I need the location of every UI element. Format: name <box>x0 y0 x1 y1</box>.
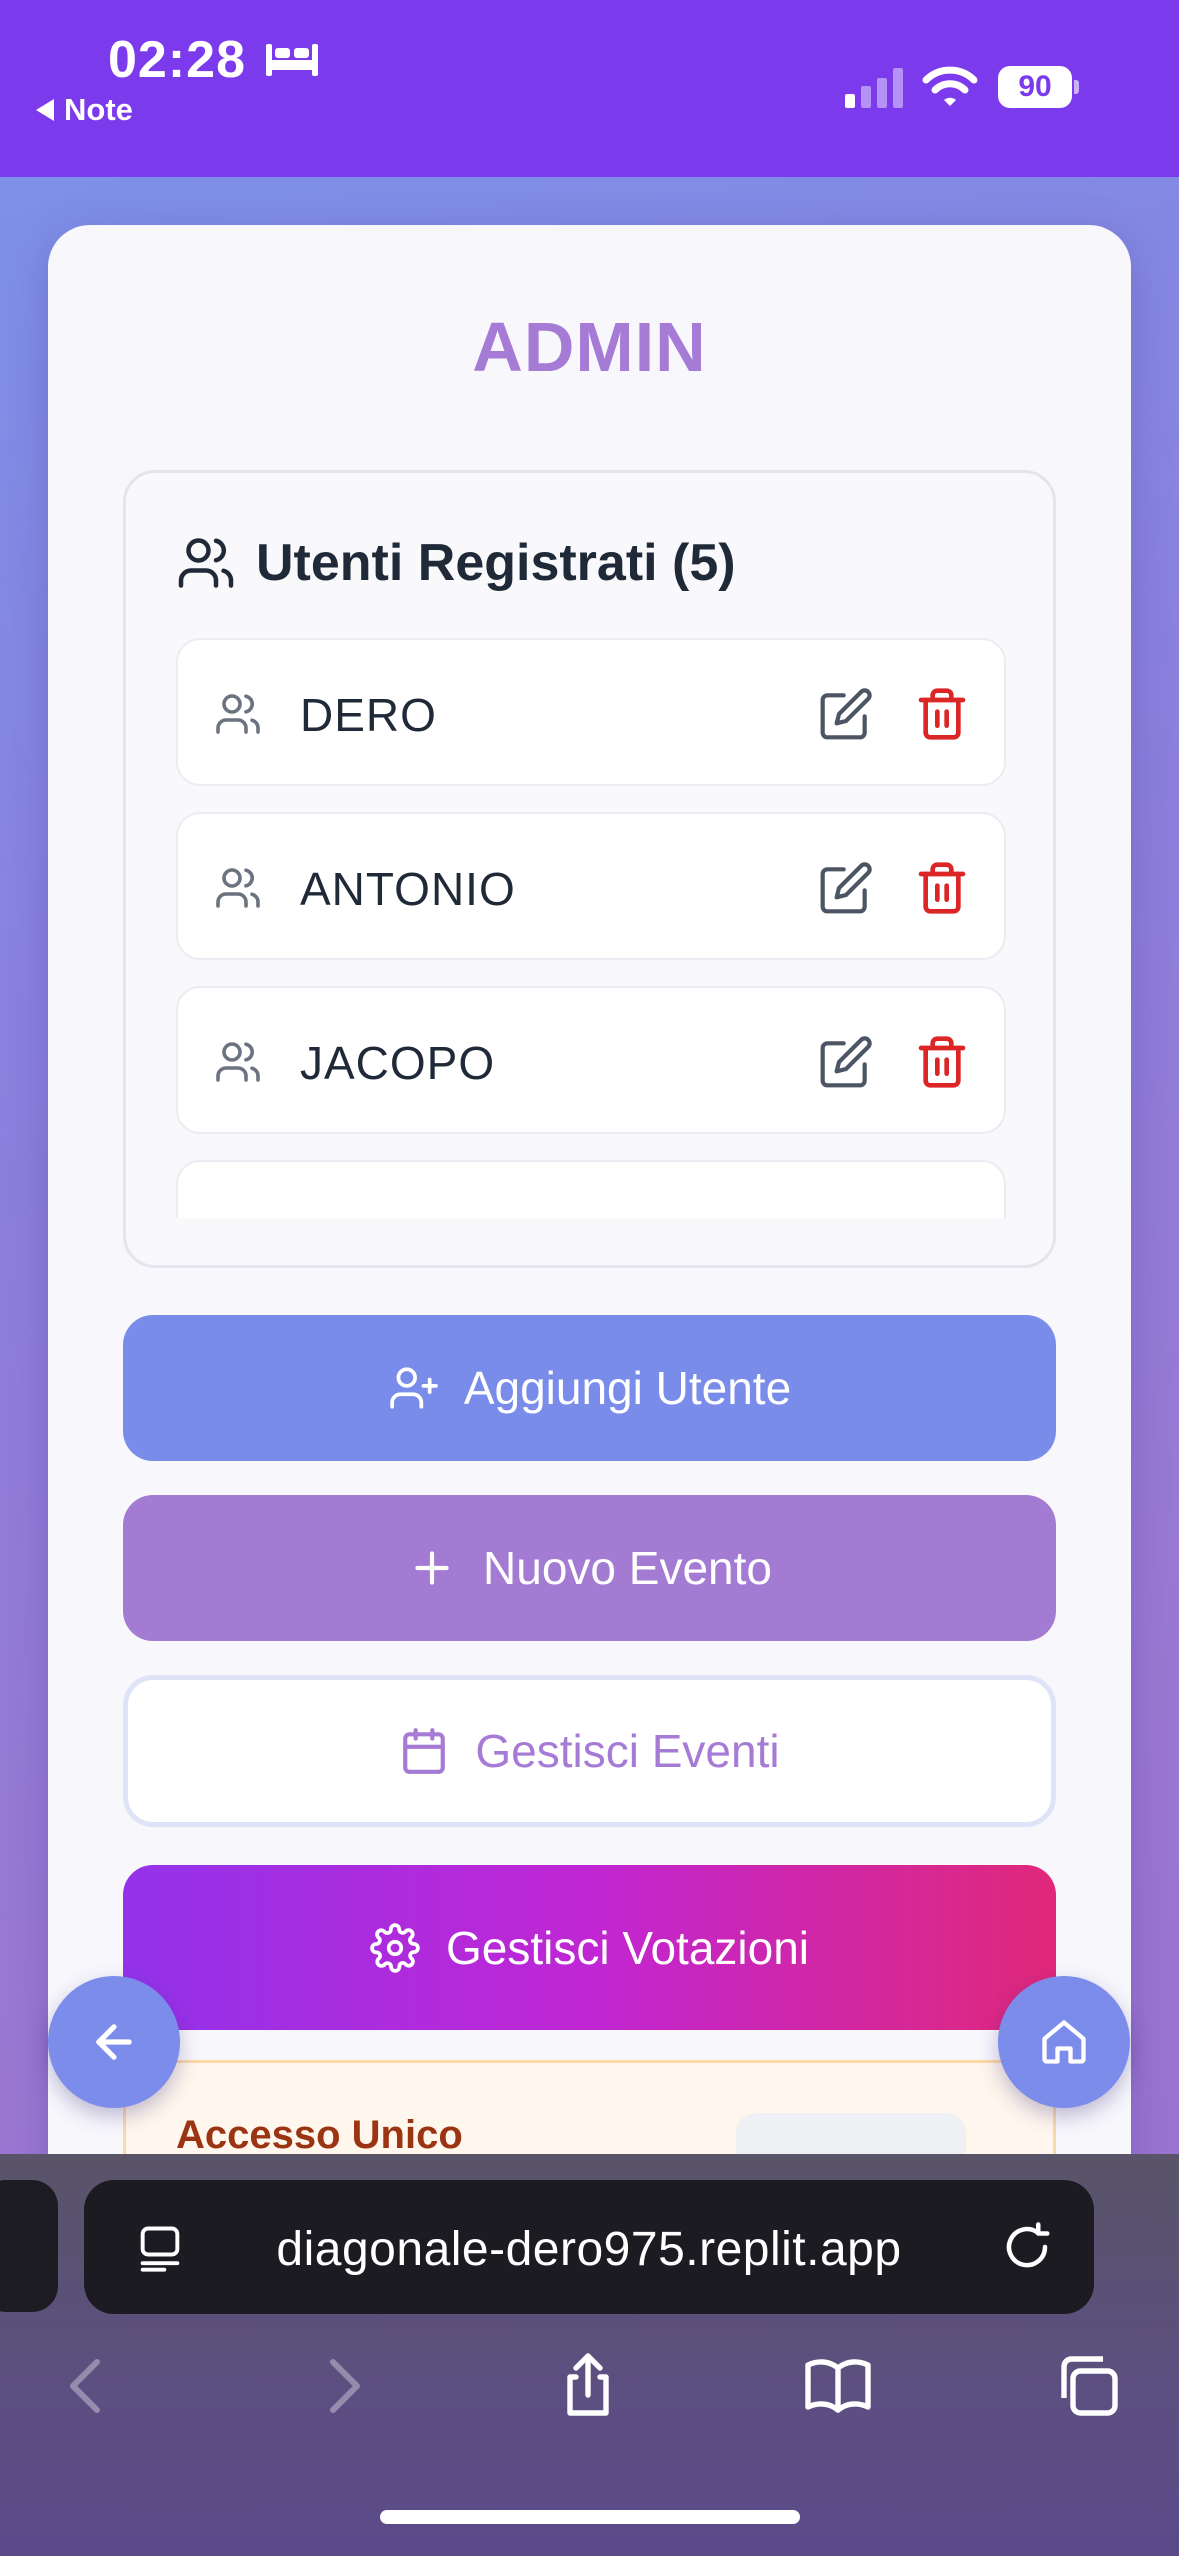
home-icon <box>1042 2020 1086 2064</box>
users-icon <box>178 538 234 588</box>
arrow-left-icon <box>96 2024 132 2060</box>
user-icon <box>216 1042 260 1082</box>
browser-forward-icon[interactable] <box>306 2350 378 2422</box>
battery-cap <box>1074 80 1079 94</box>
back-button[interactable] <box>48 1976 180 2108</box>
status-bar: 02:28 Note 90 <box>0 0 1179 177</box>
sleep-focus-icon <box>266 44 318 76</box>
user-row-partial <box>176 1160 1006 1218</box>
user-icon <box>216 694 260 734</box>
new-event-button[interactable]: Nuovo Evento <box>123 1495 1056 1641</box>
manage-events-label: Gestisci Eventi <box>475 1725 780 1777</box>
wifi-icon <box>922 66 978 106</box>
user-row: ANTONIO <box>176 812 1006 960</box>
edit-icon[interactable] <box>818 686 874 742</box>
back-app-label: Note <box>64 92 133 127</box>
user-list[interactable]: DERO ANTONIO JACOPO <box>176 638 1006 1218</box>
add-user-button[interactable]: Aggiungi Utente <box>123 1315 1056 1461</box>
user-row: DERO <box>176 638 1006 786</box>
trash-icon[interactable] <box>914 1034 970 1090</box>
user-name: DERO <box>300 689 437 741</box>
add-user-label: Aggiungi Utente <box>463 1362 792 1414</box>
previous-tab-preview[interactable] <box>0 2180 58 2312</box>
back-triangle-icon <box>36 99 54 121</box>
manage-votes-label: Gestisci Votazioni <box>445 1921 810 1974</box>
battery-level: 90 <box>998 66 1072 108</box>
share-icon[interactable] <box>552 2350 624 2422</box>
users-panel-title: Utenti Registrati (5) <box>256 534 736 592</box>
plus-icon <box>415 1551 449 1585</box>
user-name: JACOPO <box>300 1037 496 1089</box>
status-time: 02:28 <box>108 31 246 89</box>
calendar-icon <box>403 1728 446 1774</box>
edit-icon[interactable] <box>818 860 874 916</box>
manage-votes-button[interactable]: Gestisci Votazioni <box>123 1865 1056 2030</box>
manage-events-button[interactable]: Gestisci Eventi <box>123 1675 1056 1827</box>
browser-back-icon[interactable] <box>52 2350 124 2422</box>
trash-icon[interactable] <box>914 686 970 742</box>
users-panel-header: Utenti Registrati (5) <box>176 533 736 593</box>
user-icon <box>216 868 260 908</box>
page-title: ADMIN <box>472 308 707 386</box>
cellular-signal-icon <box>845 68 903 108</box>
url-text: diagonale-dero975.replit.app <box>276 2223 902 2276</box>
battery-indicator: 90 <box>998 66 1079 108</box>
address-bar[interactable]: diagonale-dero975.replit.app <box>84 2180 1094 2314</box>
user-row: JACOPO <box>176 986 1006 1134</box>
access-panel-title: Accesso Unico <box>176 2113 463 2157</box>
new-event-label: Nuovo Evento <box>483 1542 772 1594</box>
bookmarks-icon[interactable] <box>802 2350 874 2422</box>
home-indicator <box>380 2510 800 2524</box>
registered-users-panel: Utenti Registrati (5) DERO ANTONIO JACOP… <box>123 470 1056 1268</box>
edit-icon[interactable] <box>818 1034 874 1090</box>
trash-icon[interactable] <box>914 860 970 916</box>
home-button[interactable] <box>998 1976 1130 2108</box>
user-plus-icon <box>390 1367 438 1409</box>
gear-icon <box>370 1922 420 1973</box>
back-to-app-link[interactable]: Note <box>36 92 133 128</box>
reload-icon[interactable] <box>1000 2220 1054 2274</box>
tabs-icon[interactable] <box>1052 2350 1124 2422</box>
user-name: ANTONIO <box>300 863 516 915</box>
